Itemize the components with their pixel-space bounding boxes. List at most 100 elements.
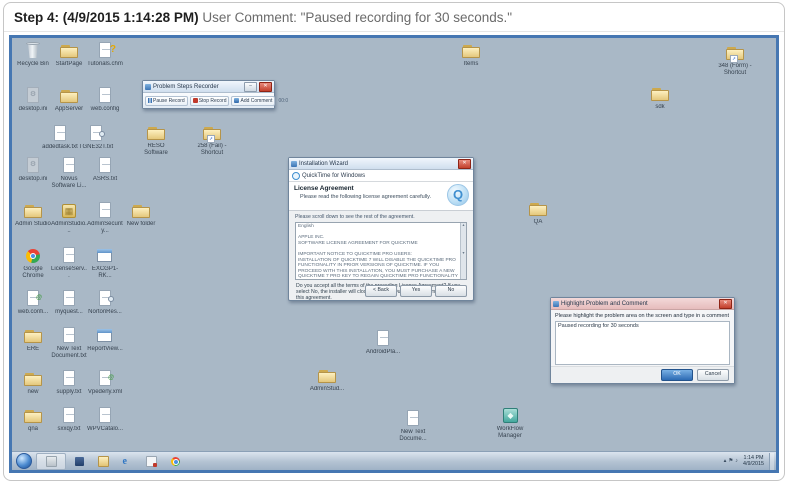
close-button[interactable]: ✕ (719, 299, 732, 309)
desktop-icon-adminsecurity[interactable]: AdminSecurity... (87, 202, 123, 234)
icon-label: Tutorials.chm (87, 61, 123, 68)
step-comment-text: User Comment: "Paused recording for 30 s… (199, 10, 512, 25)
desktop-icon-new-text-docume[interactable]: New Text Docume... (395, 410, 431, 442)
close-button[interactable]: ✕ (259, 82, 272, 92)
taskbar-clock[interactable]: 1:14 PM4/9/2015 (740, 455, 767, 467)
start-button[interactable] (16, 453, 32, 469)
quicktime-installer-window[interactable]: Installation Wizard ✕ QuickTime for Wind… (288, 157, 474, 301)
desktop-icon-nortonres[interactable]: NortonRes... (87, 290, 123, 316)
desktop-icon-web-config[interactable]: web.config (87, 87, 123, 113)
document-app-icon (146, 456, 157, 467)
internet-explorer-icon: e (123, 457, 132, 466)
taskbar-item-explorer[interactable] (92, 454, 114, 469)
taskbar[interactable]: e ▴ ⚑ ♪ 1:14 PM4/9/2015 (12, 451, 776, 470)
desktop-icon-new[interactable]: new (15, 370, 51, 396)
desktop-icon-ere[interactable]: ERE (15, 327, 51, 353)
icon-label: RESO Software (138, 143, 174, 156)
icon-label: sdk (642, 104, 678, 111)
desktop-icon-licenseserv[interactable]: LicenseServ... (51, 247, 87, 279)
highlight-comment-dialog[interactable]: Highlight Problem and Comment ✕ Please h… (550, 297, 735, 384)
psr-title: Problem Steps Recorder (153, 84, 219, 90)
desktop-icon-wpvcatalo[interactable]: WPVCatalo... (87, 407, 123, 433)
desktop-icon-adminstud-folder[interactable]: AdminStud... (309, 367, 345, 393)
desktop-icon-novus-software[interactable]: Novus Software Li... (51, 157, 87, 189)
desktop-icon-google-chrome[interactable]: Google Chrome (15, 247, 51, 279)
taskbar-item-chrome[interactable] (164, 454, 186, 469)
pause-record-button[interactable]: Pause Record (145, 96, 188, 106)
desktop-icon-addedtask[interactable]: addedtask.txt (42, 125, 78, 151)
desktop-icon-adminstudio-app[interactable]: AdminStudio... (51, 202, 87, 234)
add-comment-button[interactable]: Add Comment (231, 96, 275, 106)
comment-input[interactable]: Paused recording for 30 seconds (555, 321, 730, 365)
desktop-icon-appserver[interactable]: AppServer (51, 87, 87, 113)
no-button[interactable]: No (435, 285, 467, 297)
folder-icon (527, 200, 549, 218)
desktop-icon-reportview[interactable]: ReportView... (87, 327, 123, 353)
dialog-title-bar[interactable]: Highlight Problem and Comment ✕ (551, 298, 734, 310)
desktop-icon-vpederly[interactable]: Vpederly.xml (87, 370, 123, 396)
show-desktop-button[interactable] (769, 453, 774, 470)
desktop-icon-web-confi[interactable]: web.confi... (15, 290, 51, 316)
desktop-icon-reso-software[interactable]: RESO Software (138, 124, 174, 156)
taskbar-item-document-app[interactable] (140, 454, 162, 469)
psr-title-bar[interactable]: Problem Steps Recorder – ✕ (143, 81, 274, 93)
desktop-icon-qna[interactable]: qna (15, 407, 51, 433)
cancel-button[interactable]: Cancel (697, 369, 729, 381)
desktop-icon-sxxqy[interactable]: sxxqy.txt (51, 407, 87, 433)
psr-toolbar-window[interactable]: Problem Steps Recorder – ✕ Pause Record … (142, 80, 275, 109)
desktop-icon-asrs[interactable]: ASRS.txt (87, 157, 123, 183)
psr-button-row: Pause Record Stop Record Add Comment 00:… (143, 93, 274, 108)
document-icon (402, 410, 424, 428)
ok-button[interactable]: OK (661, 369, 693, 381)
app-window-icon (46, 456, 57, 467)
application-icon (94, 327, 116, 345)
desktop-icon-new-folder[interactable]: New folder (123, 202, 159, 228)
help-file-icon (94, 42, 116, 60)
folder-icon (145, 124, 167, 142)
windows-desktop[interactable]: Recycle Bin StartPage Tutorials.chm desk… (12, 38, 776, 470)
desktop-icon-348-form-shortcut[interactable]: ➚348 (Form) - Shortcut (717, 44, 753, 76)
desktop-icon-admin-studio[interactable]: Admin Studio (15, 202, 51, 228)
taskbar-item-internet-explorer[interactable]: e (116, 454, 138, 469)
desktop-icon-recycle-bin[interactable]: Recycle Bin (15, 42, 51, 68)
volume-icon[interactable]: ♪ (735, 458, 738, 464)
quicktime-logo-icon: Q (447, 184, 469, 206)
step-header: Step 4: (4/9/2015 1:14:28 PM) User Comme… (4, 3, 784, 32)
stop-record-button[interactable]: Stop Record (190, 96, 230, 106)
close-button[interactable]: ✕ (458, 159, 471, 169)
desktop-icon-tgne32t[interactable]: TGNE32T.txt (78, 125, 114, 151)
desktop-icon-myquest[interactable]: myquest... (51, 290, 87, 316)
tray-expand-icon[interactable]: ▴ (724, 458, 727, 464)
icon-label: New folder (123, 221, 159, 228)
desktop-icon-androidpla[interactable]: AndroidPla... (365, 330, 401, 356)
installer-title-bar[interactable]: Installation Wizard ✕ (289, 158, 473, 170)
icon-label: QA (520, 219, 556, 226)
desktop-icon-desktop-ini-2[interactable]: desktop.ini (15, 157, 51, 183)
desktop-icon-sdk[interactable]: sdk (642, 85, 678, 111)
dialog-app-icon (553, 301, 559, 307)
desktop-icon-258-fail-shortcut[interactable]: ➚258 (Fail) - Shortcut (194, 124, 230, 156)
action-center-flag-icon[interactable]: ⚑ (728, 458, 733, 464)
desktop-icon-desktop-ini[interactable]: desktop.ini (15, 87, 51, 113)
yes-button[interactable]: Yes (400, 285, 432, 297)
license-scrollbar[interactable]: ▲▼ (460, 223, 466, 279)
icon-label: Recycle Bin (15, 61, 51, 68)
desktop-icon-startpage[interactable]: StartPage (51, 42, 87, 68)
desktop-icon-workflow-manager[interactable]: WorkFlow Manager (492, 407, 528, 439)
desktop-icon-excgp1[interactable]: EXCGP1-RK... (87, 247, 123, 279)
document-icon (49, 125, 71, 143)
taskbar-item-recorder[interactable] (68, 454, 90, 469)
desktop-icon-qa[interactable]: QA (520, 200, 556, 226)
minimize-button[interactable]: – (244, 82, 257, 92)
system-tray: ▴ ⚑ ♪ 1:14 PM4/9/2015 (724, 455, 767, 467)
taskbar-item-active-app[interactable] (36, 453, 66, 470)
icon-label: addedtask.txt (42, 144, 78, 151)
desktop-icon-tutorials-chm[interactable]: Tutorials.chm (87, 42, 123, 68)
recorder-icon (75, 457, 84, 466)
icon-label: ERE (15, 346, 51, 353)
license-text-box[interactable]: English APPLE INC. SOFTWARE LICENSE AGRE… (295, 222, 467, 280)
back-button[interactable]: < Back (365, 285, 397, 297)
desktop-icon-items[interactable]: Items (453, 42, 489, 68)
desktop-icon-new-text-document[interactable]: New Text Document.txt (51, 327, 87, 359)
desktop-icon-supply[interactable]: supply.txt (51, 370, 87, 396)
